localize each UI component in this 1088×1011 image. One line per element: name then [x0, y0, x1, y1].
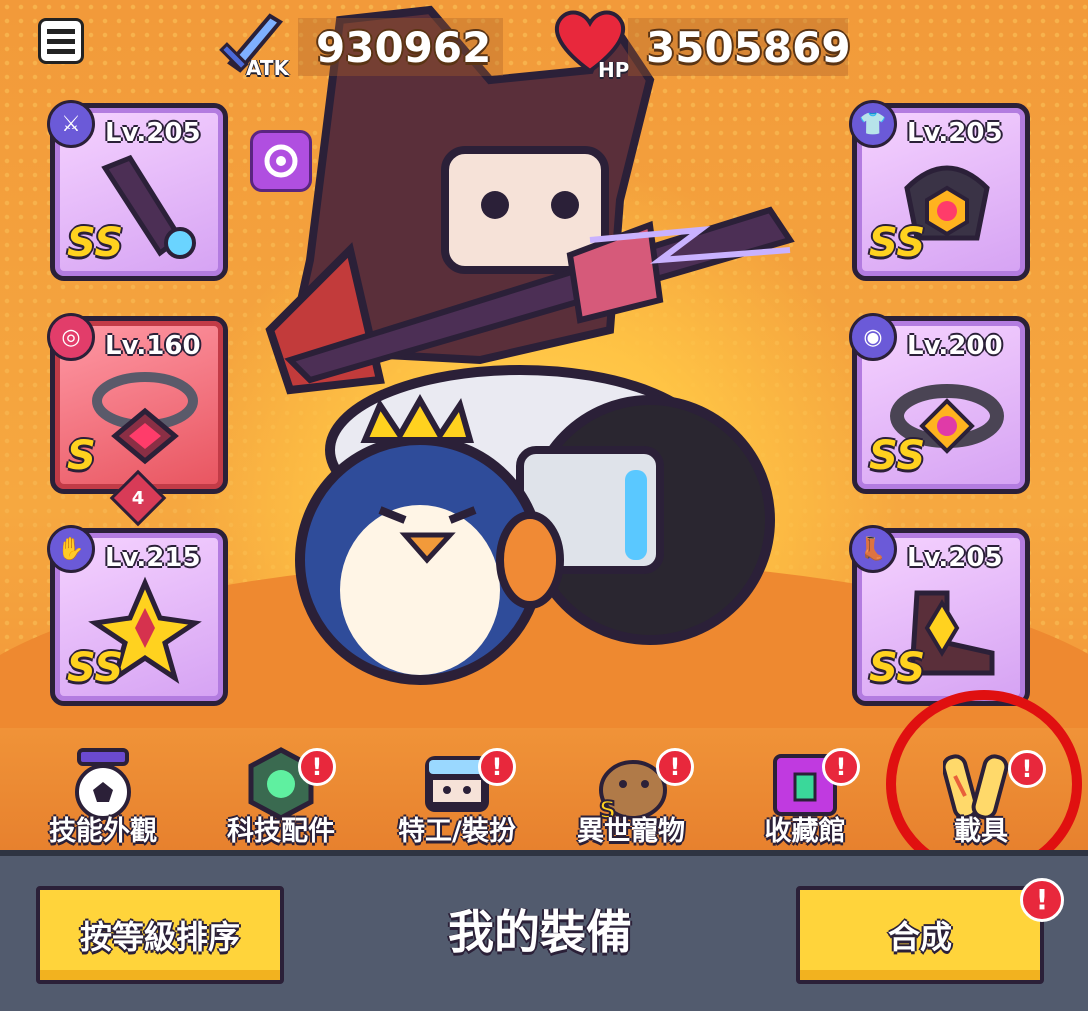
- weapon-icon: ⚔: [47, 100, 95, 148]
- tab-agent-outfit[interactable]: ! 特工/裝扮: [372, 740, 542, 850]
- menu-line: [47, 39, 75, 44]
- equip-grade: SS: [67, 645, 124, 691]
- equip-slot-weapon[interactable]: ⚔ Lv.205 SS: [47, 100, 228, 281]
- glove-icon: ✋: [47, 525, 95, 573]
- equip-grade: SS: [67, 220, 124, 266]
- menu-line: [47, 49, 75, 54]
- equip-slot-necklace[interactable]: ◎ Lv.160 S: [47, 313, 228, 494]
- alert-badge: !: [656, 748, 694, 786]
- alert-badge: !: [478, 748, 516, 786]
- alert-badge: !: [1008, 750, 1046, 788]
- hp-value: 3505869: [628, 18, 851, 76]
- atk-value: 930962: [298, 18, 503, 76]
- atk-label: ATK: [246, 56, 290, 80]
- tab-label: 載具: [954, 816, 1008, 847]
- bottom-bar: 按等級排序 我的裝備 合成 !: [0, 850, 1088, 1011]
- equip-grade: SS: [869, 433, 926, 479]
- alert-badge: !: [298, 748, 336, 786]
- sort-by-level-button[interactable]: 按等級排序: [36, 886, 284, 984]
- necklace-item-art: [92, 372, 198, 465]
- equip-level: Lv.160: [105, 331, 201, 361]
- armor-icon: 👕: [849, 100, 897, 148]
- tab-skill-appearance[interactable]: 技能外觀: [18, 740, 188, 850]
- page-title: 我的裝備: [448, 905, 632, 959]
- synthesize-button[interactable]: 合成: [796, 886, 1044, 984]
- tab-pets[interactable]: S ! 異世寵物: [546, 740, 716, 850]
- feature-tab-bar: 技能外觀 ! 科技配件 ! 特工/裝扮 S ! 異世寵物 ! 收藏館 ! 載具: [0, 728, 1088, 850]
- tab-label: 技能外觀: [49, 816, 157, 847]
- tab-vehicle[interactable]: ! 載具: [896, 740, 1066, 850]
- equip-level: Lv.205: [907, 118, 1003, 148]
- game-scene: ATK 930962 HP 3505869 ⚔ Lv.205 SS ◎ Lv.1…: [0, 0, 1088, 850]
- tab-label: 異世寵物: [577, 816, 685, 847]
- target-skill-button[interactable]: [250, 130, 312, 192]
- equip-grade: SS: [869, 645, 926, 691]
- tab-label: 特工/裝扮: [398, 816, 516, 847]
- menu-line: [47, 29, 75, 34]
- equip-slot-boots[interactable]: 👢 Lv.205 SS: [849, 525, 1030, 706]
- boots-icon: 👢: [849, 525, 897, 573]
- tab-label: 科技配件: [227, 816, 335, 847]
- equip-slot-glove[interactable]: ✋ Lv.215 SS: [47, 525, 228, 706]
- equip-grade: SS: [869, 220, 926, 266]
- star-count: 4: [131, 487, 145, 509]
- equip-level: Lv.205: [907, 543, 1003, 573]
- hp-label: HP: [598, 58, 630, 82]
- equip-slot-armor[interactable]: 👕 Lv.205 SS: [849, 100, 1030, 281]
- target-icon: [264, 144, 298, 178]
- tab-collection[interactable]: ! 收藏館: [720, 740, 890, 850]
- belt-icon: ◉: [849, 313, 897, 361]
- equip-level: Lv.205: [105, 118, 201, 148]
- equip-slot-belt[interactable]: ◉ Lv.200 SS: [849, 313, 1030, 494]
- tab-label: 收藏館: [764, 816, 846, 847]
- menu-button[interactable]: [38, 18, 84, 64]
- character-illustration: [265, 5, 795, 685]
- equip-grade: S: [67, 433, 96, 479]
- equip-level: Lv.200: [907, 331, 1003, 361]
- alert-badge: !: [822, 748, 860, 786]
- alert-badge: !: [1020, 878, 1064, 922]
- necklace-icon: ◎: [47, 313, 95, 361]
- tab-tech-parts[interactable]: ! 科技配件: [196, 740, 366, 850]
- equip-level: Lv.215: [105, 543, 201, 573]
